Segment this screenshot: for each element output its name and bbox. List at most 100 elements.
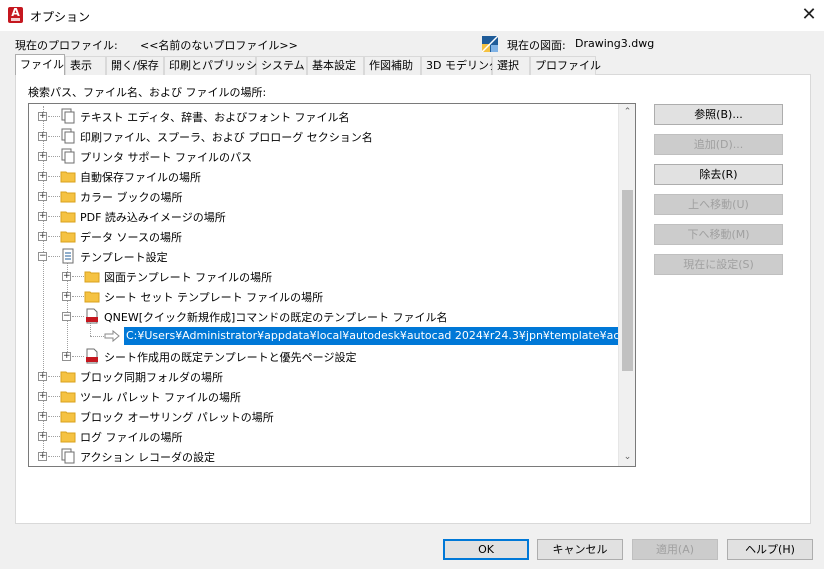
collapse-minus-icon[interactable]: − xyxy=(62,312,71,321)
expand-plus-icon[interactable]: + xyxy=(38,412,47,421)
tree-item-label: アクション レコーダの設定 xyxy=(80,451,215,464)
pages-icon xyxy=(60,148,76,164)
expand-plus-icon[interactable]: + xyxy=(62,352,71,361)
move-up-button[interactable]: 上へ移動(U) xyxy=(654,194,783,215)
tree-item-label: 印刷ファイル、スプーラ、および プロローグ セクション名 xyxy=(80,131,373,144)
tab-display[interactable]: 表示 xyxy=(65,56,106,75)
dwt-file-icon xyxy=(84,308,100,324)
expand-plus-icon[interactable]: + xyxy=(38,392,47,401)
folder-icon xyxy=(84,288,100,304)
expand-plus-icon[interactable]: + xyxy=(38,452,47,461)
tree-item[interactable]: + データ ソースの場所 xyxy=(29,226,619,246)
dwt-file-icon xyxy=(84,348,100,364)
tree-item-label: シート作成用の既定テンプレートと優先ページ設定 xyxy=(104,351,357,364)
window-title: オプション xyxy=(30,10,91,24)
tree-item[interactable]: + 自動保存ファイルの場所 xyxy=(29,166,619,186)
expand-plus-icon[interactable]: + xyxy=(62,272,71,281)
tab-drafting[interactable]: 作図補助 xyxy=(364,56,421,75)
search-path-tree[interactable]: + テキスト エディタ、辞書、およびフォント ファイル名 + 印刷ファイル、スプ… xyxy=(28,103,636,467)
arrow-right-icon xyxy=(104,328,120,344)
folder-icon xyxy=(60,408,76,424)
current-profile-label: 現在のプロファイル: xyxy=(15,39,118,52)
tree-item-template-settings[interactable]: − テンプレート設定 xyxy=(29,246,619,266)
tree-item-label: テンプレート設定 xyxy=(80,251,168,264)
tree-item[interactable]: + 図面テンプレート ファイルの場所 xyxy=(29,266,619,286)
tree-item[interactable]: + ログ ファイルの場所 xyxy=(29,426,619,446)
tree-item[interactable]: + プリンタ サポート ファイルのパス xyxy=(29,146,619,166)
tree-item[interactable]: + 印刷ファイル、スプーラ、および プロローグ セクション名 xyxy=(29,126,619,146)
tree-item[interactable]: + テキスト エディタ、辞書、およびフォント ファイル名 xyxy=(29,106,619,126)
tree-item[interactable]: + ブロック同期フォルダの場所 xyxy=(29,366,619,386)
tab-user-preferences[interactable]: 基本設定 xyxy=(307,56,364,75)
tab-3d-modeling[interactable]: 3D モデリング xyxy=(421,56,500,75)
scroll-thumb[interactable] xyxy=(622,190,633,371)
tab-system[interactable]: システム xyxy=(256,56,307,75)
tab-profiles[interactable]: プロファイル xyxy=(530,56,601,75)
cancel-button[interactable]: キャンセル xyxy=(537,539,623,560)
selected-template-path[interactable]: C:¥Users¥Administrator¥appdata¥local¥aut… xyxy=(124,327,635,345)
expand-plus-icon[interactable]: + xyxy=(38,232,47,241)
tree-item[interactable]: + カラー ブックの場所 xyxy=(29,186,619,206)
ok-button[interactable]: OK xyxy=(443,539,529,560)
expand-plus-icon[interactable]: + xyxy=(38,432,47,441)
expand-plus-icon[interactable]: + xyxy=(38,372,47,381)
help-button[interactable]: ヘルプ(H) xyxy=(727,539,813,560)
tree-item-qnew[interactable]: − QNEW[クイック新規作成]コマンドの既定のテンプレート ファイル名 xyxy=(29,306,619,326)
scroll-down-icon[interactable]: ⌄ xyxy=(619,449,635,466)
tab-files[interactable]: ファイル xyxy=(15,54,65,75)
folder-icon xyxy=(60,428,76,444)
tree-item[interactable]: + PDF 読み込みイメージの場所 xyxy=(29,206,619,226)
folder-icon xyxy=(60,368,76,384)
remove-button[interactable]: 除去(R) xyxy=(654,164,783,185)
close-button[interactable]: ✕ xyxy=(794,0,824,31)
current-profile-value: <<名前のないプロファイル>> xyxy=(140,39,298,52)
tree-item-label: 自動保存ファイルの場所 xyxy=(80,171,201,184)
move-down-button[interactable]: 下へ移動(M) xyxy=(654,224,783,245)
expand-plus-icon[interactable]: + xyxy=(38,172,47,181)
tree-item-label: 図面テンプレート ファイルの場所 xyxy=(104,271,273,284)
template-icon xyxy=(60,248,76,264)
drawing-icon xyxy=(481,35,499,53)
expand-plus-icon[interactable]: + xyxy=(38,212,47,221)
expand-plus-icon[interactable]: + xyxy=(38,192,47,201)
tab-open-save[interactable]: 開く/保存 xyxy=(106,56,164,75)
vertical-scrollbar[interactable]: ⌃ ⌄ xyxy=(618,104,635,466)
apply-button[interactable]: 適用(A) xyxy=(632,539,718,560)
tree-item-label: ブロック同期フォルダの場所 xyxy=(80,371,223,384)
tree-item-label: テキスト エディタ、辞書、およびフォント ファイル名 xyxy=(80,111,350,124)
tab-selection[interactable]: 選択 xyxy=(492,56,530,75)
folder-icon xyxy=(84,268,100,284)
set-current-button[interactable]: 現在に設定(S) xyxy=(654,254,783,275)
browse-button[interactable]: 参照(B)... xyxy=(654,104,783,125)
current-drawing-value: Drawing3.dwg xyxy=(575,37,655,50)
folder-icon xyxy=(60,168,76,184)
add-button[interactable]: 追加(D)... xyxy=(654,134,783,155)
autocad-app-icon: A xyxy=(8,7,23,23)
tree-item-label: データ ソースの場所 xyxy=(80,231,182,244)
pages-icon xyxy=(60,448,76,464)
folder-icon xyxy=(60,188,76,204)
tab-plot-publish[interactable]: 印刷とパブリッシュ xyxy=(164,56,268,75)
tree-item-label: シート セット テンプレート ファイルの場所 xyxy=(104,291,324,304)
tree-item[interactable]: + ブロック オーサリング パレットの場所 xyxy=(29,406,619,426)
tree-item[interactable]: + シート セット テンプレート ファイルの場所 xyxy=(29,286,619,306)
expand-plus-icon[interactable]: + xyxy=(38,112,47,121)
tree-item-selected-path[interactable]: C:¥Users¥Administrator¥appdata¥local¥aut… xyxy=(29,326,635,346)
current-drawing-label: 現在の図面: xyxy=(507,39,566,52)
profile-row: 現在のプロファイル: <<名前のないプロファイル>> 現在の図面: Drawin… xyxy=(15,35,815,56)
tree-item-label: プリンタ サポート ファイルのパス xyxy=(80,151,252,164)
tree-item[interactable]: + アクション レコーダの設定 xyxy=(29,446,619,466)
collapse-minus-icon[interactable]: − xyxy=(38,252,47,261)
tree-content: + テキスト エディタ、辞書、およびフォント ファイル名 + 印刷ファイル、スプ… xyxy=(29,106,635,466)
expand-plus-icon[interactable]: + xyxy=(38,152,47,161)
tree-item-label: カラー ブックの場所 xyxy=(80,191,183,204)
expand-plus-icon[interactable]: + xyxy=(38,132,47,141)
pages-icon xyxy=(60,108,76,124)
tree-item-label: ツール パレット ファイルの場所 xyxy=(80,391,241,404)
expand-plus-icon[interactable]: + xyxy=(62,292,71,301)
tree-item[interactable]: + ツール パレット ファイルの場所 xyxy=(29,386,619,406)
scroll-up-icon[interactable]: ⌃ xyxy=(619,104,635,121)
search-paths-label: 検索パス、ファイル名、および ファイルの場所: xyxy=(28,86,267,99)
tree-item[interactable]: + シート作成用の既定テンプレートと優先ページ設定 xyxy=(29,346,619,366)
folder-icon xyxy=(60,228,76,244)
